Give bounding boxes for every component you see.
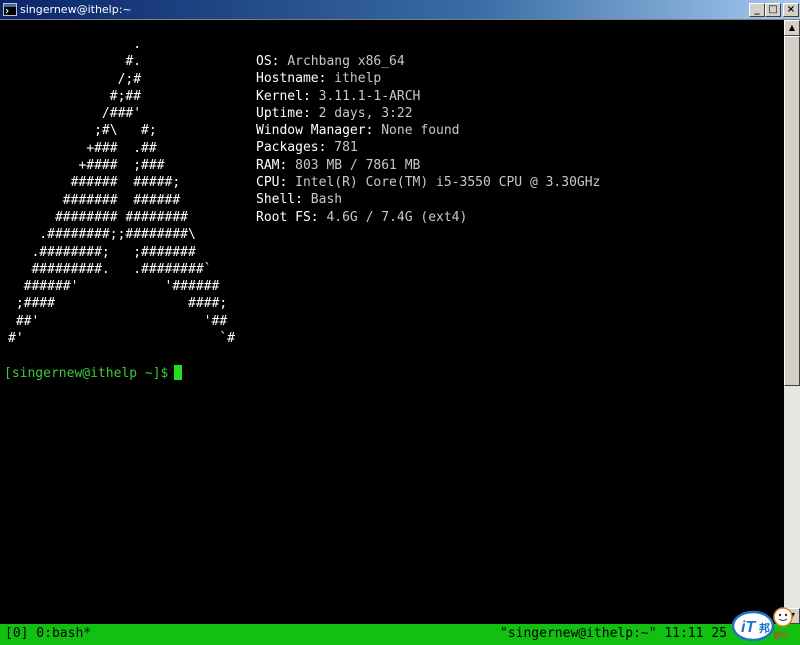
sysinfo-value: Archbang x86_64 — [287, 54, 405, 69]
sysinfo-value: Intel(R) Core(TM) i5-3550 CPU @ 3.30GHz — [295, 175, 601, 191]
sysinfo-label: CPU: — [256, 175, 296, 191]
tmux-status-right: "singernew@ithelp:~" 11:11 25 — [500, 626, 727, 641]
maximize-button[interactable]: □ — [765, 3, 781, 17]
sysinfo-label: Root FS: — [256, 209, 327, 225]
vertical-scrollbar[interactable]: ▲ ▼ — [784, 20, 800, 624]
text-cursor — [174, 365, 183, 380]
sysinfo-value: 803 MB / 7861 MB — [295, 157, 421, 173]
terminal-window: singernew@ithelp:~ _ □ × . #. /;# #;## /… — [0, 0, 800, 645]
sysinfo-shell: Shell: Bash — [256, 191, 600, 208]
sysinfo-label: Kernel: — [256, 88, 319, 104]
sysinfo-value: ithelp — [334, 71, 382, 87]
sysinfo-label: OS: — [256, 54, 288, 69]
logo-text-sub: 邦 — [759, 621, 770, 635]
sysinfo-label: RAM: — [256, 157, 296, 173]
sysinfo-value: 781 — [334, 140, 358, 156]
sysinfo-label: Hostname: — [256, 71, 335, 87]
sysinfo-window-manager: Window Manager: None found — [256, 122, 600, 139]
sysinfo-hostname: Hostname: ithelp — [256, 70, 600, 87]
minimize-button[interactable]: _ — [749, 3, 765, 17]
title-bar[interactable]: singernew@ithelp:~ _ □ × — [0, 0, 800, 20]
sysinfo-uptime: Uptime: 2 days, 3:22 — [256, 105, 600, 122]
sysinfo-value: None found — [381, 123, 460, 139]
scrollbar-thumb[interactable] — [784, 36, 800, 386]
system-info-list: OS: Archbang x86_64 Hostname: ithelp Ker… — [256, 53, 600, 226]
tmux-status-bar: [0] 0:bash* "singernew@ithelp:~" 11:11 2… — [0, 624, 800, 645]
tmux-window-list[interactable]: [0] 0:bash* — [5, 625, 91, 643]
sysinfo-label: Shell: — [256, 192, 311, 208]
sysinfo-label: Uptime: — [256, 105, 319, 121]
sysinfo-value: 3.11.1-1-ARCH — [318, 88, 421, 104]
sysinfo-root-fs: Root FS: 4.6G / 7.4G (ext4) — [256, 209, 600, 226]
sysinfo-kernel: Kernel: 3.11.1-1-ARCH — [256, 88, 600, 105]
window-title: singernew@ithelp:~ — [20, 3, 132, 16]
prompt-text: [singernew@ithelp ~]$ — [4, 366, 169, 381]
sysinfo-value: 4.6G / 7.4G (ext4) — [326, 209, 468, 225]
archlinux-ascii-logo: . #. /;# #;## /###' ;#\ #; +### .## +###… — [8, 37, 235, 347]
sysinfo-value: 2 days, 3:22 — [318, 105, 413, 121]
sysinfo-label: Packages: — [256, 140, 335, 156]
ithelp-logo: iT 邦 幫忙 — [731, 607, 793, 642]
sysinfo-os: OS: Archbang x86_64 — [256, 53, 600, 70]
sysinfo-value: Bash — [310, 192, 343, 208]
sysinfo-cpu: CPU: Intel(R) Core(TM) i5-3550 CPU @ 3.3… — [256, 174, 600, 191]
terminal-output[interactable]: . #. /;# #;## /###' ;#\ #; +### .## +###… — [0, 20, 784, 624]
sysinfo-packages: Packages: 781 — [256, 139, 600, 156]
sysinfo-label: Window Manager: — [256, 123, 382, 139]
sysinfo-ram: RAM: 803 MB / 7861 MB — [256, 157, 600, 174]
logo-text-main: iT — [741, 619, 756, 636]
close-button[interactable]: × — [783, 3, 799, 17]
shell-prompt[interactable]: [singernew@ithelp ~]$ — [4, 365, 183, 382]
scroll-up-arrow-icon[interactable]: ▲ — [784, 20, 800, 36]
logo-text-tag: 幫忙 — [773, 630, 789, 640]
terminal-app-icon — [3, 3, 17, 16]
